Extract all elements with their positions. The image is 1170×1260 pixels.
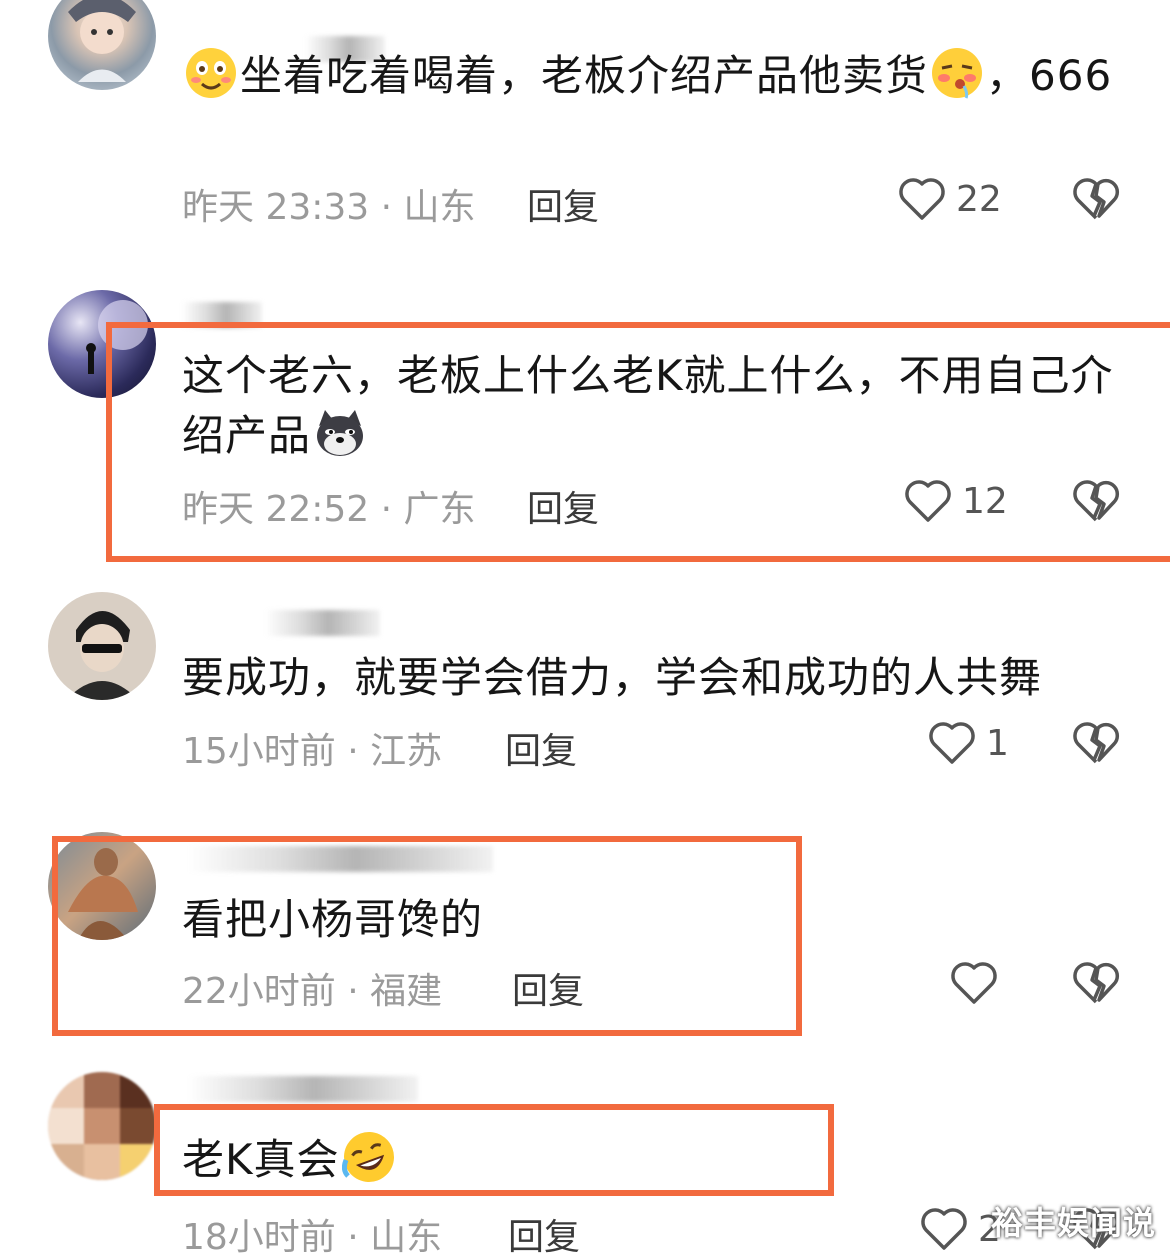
- comment-text-main: 坐着吃着喝着，老板介绍产品他卖货: [240, 51, 929, 100]
- heart-icon: [921, 1208, 967, 1250]
- avatar[interactable]: [48, 1072, 156, 1180]
- avatar-image: [68, 848, 138, 940]
- avatar[interactable]: [48, 0, 156, 90]
- comment-text-main: 要成功，就要学会借力，学会和成功的人共舞: [182, 653, 1043, 702]
- comment-text-main: 看把小杨哥馋的: [182, 895, 484, 944]
- comment-text: 看把小杨哥馋的: [182, 890, 1130, 950]
- like-button[interactable]: 1: [928, 720, 1009, 766]
- comment-time-location: 18小时前 · 山东: [182, 1217, 443, 1258]
- comment-time-location: 昨天 22:52 · 广东: [182, 489, 476, 530]
- avatar-image: [86, 300, 148, 374]
- broken-heart-icon[interactable]: [1072, 176, 1120, 222]
- comment-item: 要成功，就要学会借力，学会和成功的人共舞 15小时前 · 江苏 回复 1: [0, 592, 1170, 822]
- reply-button[interactable]: 回复: [527, 178, 599, 230]
- comment-time-location: 昨天 23:33 · 山东: [182, 187, 476, 228]
- avatar-image: [68, 0, 136, 82]
- doge-emoji: [313, 406, 367, 460]
- comment-item: 坐着吃着喝着，老板介绍产品他卖货 ，666 昨天 23:33 · 山东 回复 2…: [0, 0, 1170, 270]
- username-blurred[interactable]: [265, 610, 380, 636]
- watermark-text: 裕丰娱闻说: [990, 1204, 1156, 1242]
- comment-text: 老K真会: [182, 1130, 1130, 1190]
- reply-button[interactable]: 回复: [508, 1208, 580, 1260]
- comment-time-location: 15小时前 · 江苏: [182, 731, 443, 772]
- smile-blush-emoji: [184, 46, 238, 100]
- like-button[interactable]: 22: [898, 176, 1002, 222]
- username-blurred[interactable]: [188, 846, 493, 872]
- avatar-image: [48, 1072, 156, 1180]
- comment-time-location: 22小时前 · 福建: [182, 971, 443, 1012]
- comment-list-page: 坐着吃着喝着，老板介绍产品他卖货 ，666 昨天 23:33 · 山东 回复 2…: [0, 0, 1170, 1260]
- reply-button[interactable]: 回复: [505, 722, 577, 774]
- avatar-image: [66, 611, 138, 700]
- broken-heart-icon[interactable]: [1072, 720, 1120, 766]
- comment-text: 要成功，就要学会借力，学会和成功的人共舞: [182, 648, 1130, 708]
- comment-text-main: 老K真会: [182, 1135, 340, 1184]
- username-blurred[interactable]: [188, 1076, 418, 1102]
- comment-text-tail: ，666: [986, 51, 1113, 100]
- reply-button[interactable]: 回复: [527, 480, 599, 532]
- comment-text: 这个老六，老板上什么老K就上什么，不用自己介绍产品: [182, 346, 1130, 466]
- avatar[interactable]: [48, 290, 156, 398]
- drool-face-emoji: [930, 46, 984, 100]
- heart-icon: [951, 962, 997, 1004]
- heart-icon: [929, 722, 975, 764]
- avatar[interactable]: [48, 592, 156, 700]
- rofl-emoji: [341, 1130, 396, 1184]
- reply-button[interactable]: 回复: [512, 962, 584, 1014]
- broken-heart-icon[interactable]: [1072, 478, 1120, 524]
- like-count: 12: [962, 480, 1008, 522]
- heart-icon: [899, 178, 945, 220]
- like-button[interactable]: 12: [904, 478, 1008, 524]
- avatar[interactable]: [48, 832, 156, 940]
- like-count: 22: [956, 178, 1002, 220]
- comment-item: 这个老六，老板上什么老K就上什么，不用自己介绍产品 昨天 22:52 · 广东 …: [0, 290, 1170, 570]
- username-blurred[interactable]: [182, 302, 262, 328]
- like-count: 1: [986, 722, 1009, 764]
- comment-text: 坐着吃着喝着，老板介绍产品他卖货 ，666: [182, 46, 1130, 106]
- like-button[interactable]: 2: [920, 1206, 1001, 1252]
- comment-item: 看把小杨哥馋的 22小时前 · 福建 回复: [0, 832, 1170, 1052]
- heart-icon: [905, 480, 951, 522]
- like-button[interactable]: [950, 960, 998, 1006]
- broken-heart-icon[interactable]: [1072, 960, 1120, 1006]
